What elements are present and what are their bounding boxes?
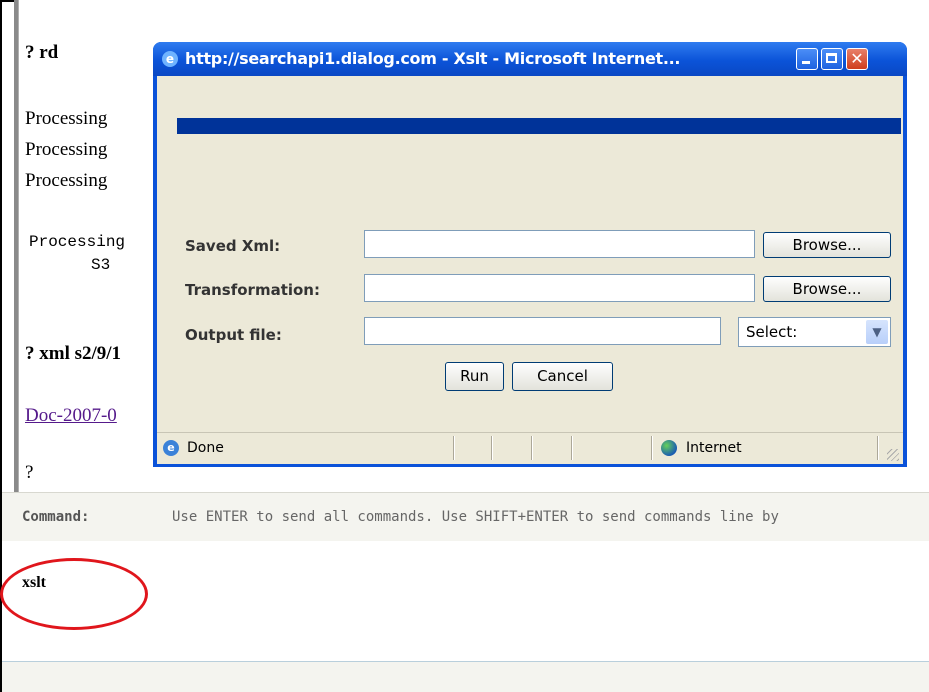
console-line: Processing [25, 139, 108, 160]
close-icon: ✕ [850, 49, 864, 68]
status-divider [491, 436, 493, 460]
console-line: ? xml s2/9/1 [25, 343, 122, 364]
status-divider [877, 436, 879, 460]
globe-icon [661, 440, 677, 456]
window-title: http://searchapi1.dialog.com - Xslt - Mi… [185, 49, 681, 68]
output-file-label: Output file: [185, 326, 282, 344]
close-button[interactable]: ✕ [846, 48, 868, 70]
title-bar[interactable]: e http://searchapi1.dialog.com - Xslt - … [153, 42, 907, 76]
resize-grip-icon[interactable] [887, 449, 899, 461]
status-bar: e Done Internet [157, 432, 903, 464]
saved-xml-browse-button[interactable]: Browse... [763, 232, 891, 258]
console-scrollbar[interactable] [14, 0, 18, 492]
transformation-label: Transformation: [185, 281, 320, 299]
saved-xml-label: Saved Xml: [185, 237, 281, 255]
console-line: Processing [29, 233, 126, 251]
xslt-popup-window: e http://searchapi1.dialog.com - Xslt - … [153, 42, 907, 467]
command-bar: Command: Use ENTER to send all commands.… [2, 492, 929, 541]
minimize-button[interactable] [796, 48, 818, 70]
cancel-button[interactable]: Cancel [512, 362, 613, 391]
console-prompt: ? [25, 462, 34, 483]
ie-page-icon: e [163, 440, 179, 456]
status-divider [531, 436, 533, 460]
maximize-button[interactable] [821, 48, 843, 70]
transformation-field[interactable] [364, 274, 755, 302]
status-done: Done [187, 440, 224, 456]
footer-bar [2, 662, 929, 692]
highlight-circle [0, 558, 148, 630]
output-file-field[interactable] [364, 317, 721, 345]
status-divider [571, 436, 573, 460]
maximize-icon [826, 53, 837, 63]
select-value: Select: [746, 323, 798, 341]
minimize-icon [802, 61, 810, 64]
saved-xml-field[interactable] [364, 230, 755, 258]
status-divider [453, 436, 455, 460]
run-button[interactable]: Run [445, 362, 504, 391]
console-line: ? rd [25, 42, 59, 63]
output-format-select[interactable]: Select: ▼ [738, 317, 891, 347]
command-hint: Use ENTER to send all commands. Use SHIF… [172, 509, 779, 525]
status-zone: Internet [686, 440, 742, 456]
header-bar [177, 118, 901, 134]
command-label: Command: [22, 509, 90, 525]
document-link[interactable]: Doc-2007-0 [25, 405, 117, 427]
status-divider [651, 436, 653, 460]
console-line: Processing [25, 170, 108, 191]
dialog-content: Saved Xml: Browse... Transformation: Bro… [157, 76, 903, 451]
console-line: Processing [25, 108, 108, 129]
ie-icon: e [162, 51, 178, 67]
console-line: S3 [91, 256, 111, 274]
transformation-browse-button[interactable]: Browse... [763, 276, 891, 302]
chevron-down-icon: ▼ [866, 320, 888, 344]
